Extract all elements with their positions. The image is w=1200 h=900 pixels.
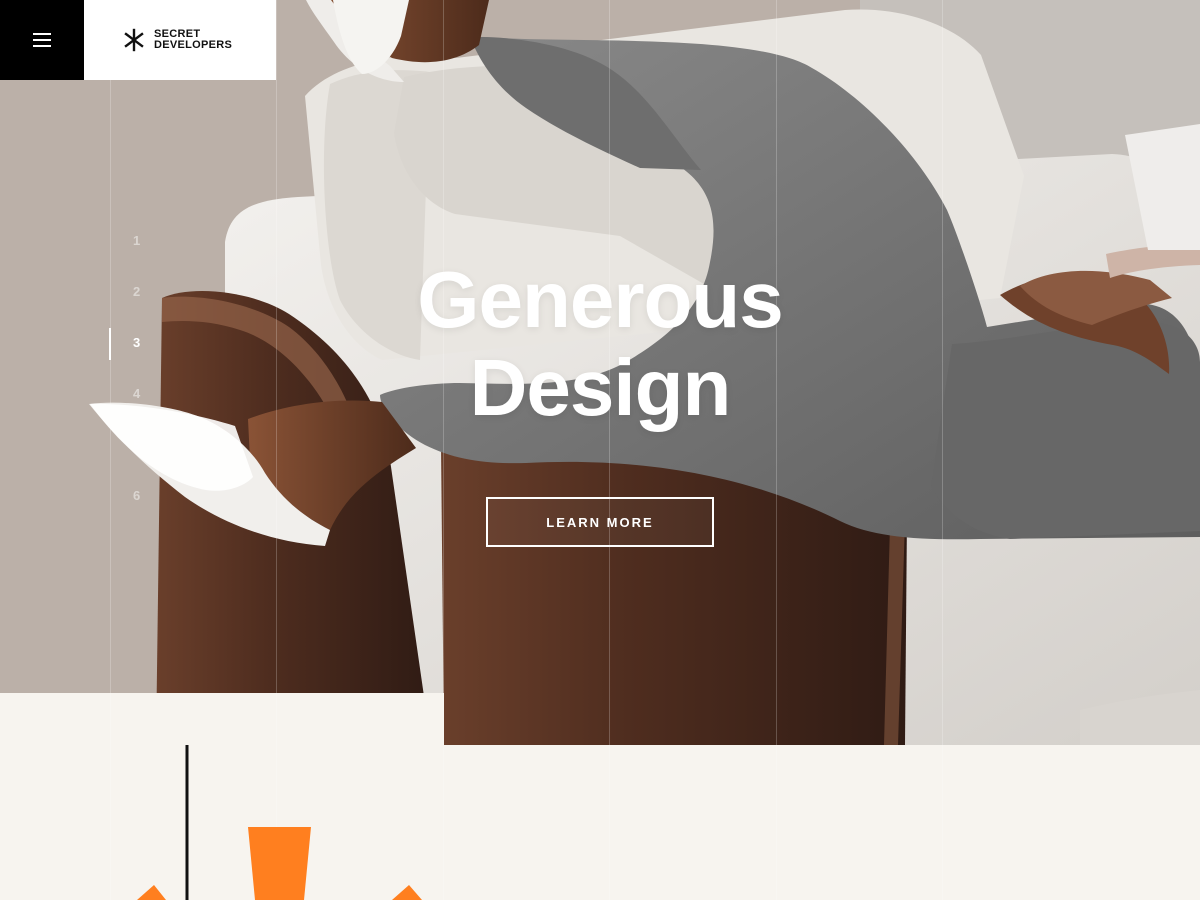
orange-shape-center [248,827,311,900]
grid-line [776,0,777,900]
asterisk-logo-icon [124,28,144,52]
brand-line-2: DEVELOPERS [154,39,233,51]
menu-button[interactable] [0,0,84,80]
hero-title: Generous Design [330,256,870,432]
pager-item-1[interactable]: 1 [109,226,149,277]
brand-name: SECRET DEVELOPERS [154,29,232,51]
pager-item-5[interactable]: 5 [109,430,149,481]
grid-line [609,0,610,900]
hero-title-line-2: Design [469,343,732,432]
hero-title-line-1: Generous [417,255,783,344]
pager-item-4[interactable]: 4 [109,379,149,430]
menu-icon [33,33,51,47]
learn-more-button[interactable]: LEARN MORE [486,497,714,547]
slide-pager: 1 2 3 4 5 6 [109,226,149,532]
bottom-illustration [137,745,422,900]
pager-item-2[interactable]: 2 [109,277,149,328]
brand-logo[interactable]: SECRET DEVELOPERS [84,0,276,80]
pager-item-6[interactable]: 6 [109,481,149,532]
pager-item-3[interactable]: 3 [109,328,149,379]
grid-line [942,0,943,900]
orange-shape-right [392,885,422,900]
orange-shape-left [137,885,166,900]
